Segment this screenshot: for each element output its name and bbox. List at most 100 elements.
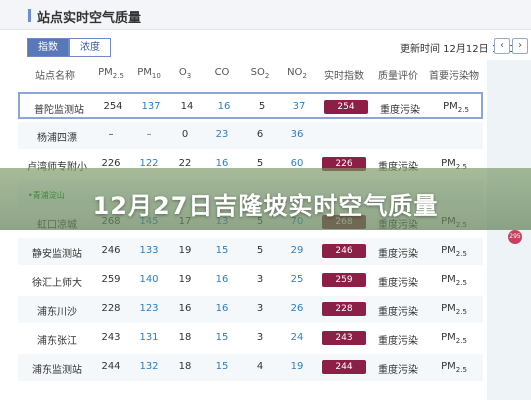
primary-pollutant-subscript: 2.5 <box>455 337 467 345</box>
map-pin-icon[interactable]: 295 <box>508 230 522 244</box>
so2-value: 4 <box>256 361 264 372</box>
co-value: 16 <box>215 274 229 285</box>
station-name: 静安监测站 <box>32 249 82 260</box>
primary-pollutant-name: PM <box>441 274 456 285</box>
tab-index[interactable]: 指数 <box>27 38 69 57</box>
station-name: 杨浦四漂 <box>37 133 77 144</box>
col-grade: 质量评价 <box>378 71 418 82</box>
primary-pollutant-name: PM <box>441 332 456 343</box>
o3-value: 0 <box>181 129 189 140</box>
grade-value: 重度污染 <box>378 278 418 289</box>
pm25-value: 228 <box>101 303 121 314</box>
primary-pollutant-subscript: 2.5 <box>455 366 467 374</box>
air-quality-panel: 站点实时空气质量 指数 浓度 更新时间 12月12日 12:05 ‹ › 295… <box>0 0 531 400</box>
pm10-value: 133 <box>139 245 159 256</box>
co-value: 15 <box>215 332 229 343</box>
col-pm25: PM2.5 <box>98 67 124 80</box>
grade-value: 重度污染 <box>380 105 420 116</box>
table-row[interactable]: 徐汇上师大 259 140 19 16 3 25 259 重度污染 PM2.5 <box>18 267 483 294</box>
co-value: 15 <box>215 245 229 256</box>
so2-value: 3 <box>256 332 264 343</box>
co-value: 16 <box>217 101 231 112</box>
primary-pollutant-name: PM <box>441 245 456 256</box>
no2-value: 25 <box>290 274 304 285</box>
pm25-value: 244 <box>101 361 121 372</box>
title-bar: 站点实时空气质量 <box>0 0 531 30</box>
col-aqi: 实时指数 <box>324 71 364 82</box>
pm10-value: – <box>146 129 152 140</box>
station-name: 浦东监测站 <box>32 365 82 376</box>
o3-value: 19 <box>178 274 192 285</box>
pm10-value: 137 <box>141 101 161 112</box>
so2-value: 3 <box>256 274 264 285</box>
primary-pollutant: PM2.5 <box>426 101 486 114</box>
primary-pollutant-name: PM <box>441 361 456 372</box>
aqi-badge: 228 <box>322 302 366 316</box>
aqi-badge: 246 <box>322 244 366 258</box>
banner-title: 12月27日吉隆坡实时空气质量 <box>92 192 439 220</box>
col-co: CO <box>214 67 230 78</box>
col-pm10: PM10 <box>137 67 161 80</box>
col-station: 站点名称 <box>35 71 75 82</box>
pm10-value: 131 <box>139 332 159 343</box>
primary-pollutant-subscript: 2.5 <box>455 279 467 287</box>
no2-value: 19 <box>290 361 304 372</box>
primary-pollutant: PM2.5 <box>424 274 484 287</box>
primary-pollutant-subscript: 2.5 <box>455 308 467 316</box>
co-value: 15 <box>215 361 229 372</box>
aqi-badge: 244 <box>322 360 366 374</box>
primary-pollutant: PM2.5 <box>424 303 484 316</box>
o3-value: 18 <box>178 332 192 343</box>
station-name: 浦东张江 <box>37 336 77 347</box>
grade-value: 重度污染 <box>378 336 418 347</box>
station-name: 徐汇上师大 <box>32 278 82 289</box>
primary-pollutant-name: PM <box>443 101 458 112</box>
no2-value: 29 <box>290 245 304 256</box>
title-accent-bar <box>28 9 31 22</box>
so2-value: 3 <box>256 303 264 314</box>
table-row[interactable]: 杨浦四漂 – – 0 23 6 36 <box>18 122 483 149</box>
table-row[interactable]: 静安监测站 246 133 19 15 5 29 246 重度污染 PM2.5 <box>18 238 483 265</box>
co-value: 23 <box>215 129 229 140</box>
table-header: 站点名称 PM2.5 PM10 O3 CO SO2 NO2 实时指数 质量评价 … <box>18 62 483 86</box>
col-no2: NO2 <box>287 67 307 80</box>
grade-value: 重度污染 <box>378 365 418 376</box>
table-row[interactable]: 浦东川沙 228 123 16 16 3 26 228 重度污染 PM2.5 <box>18 296 483 323</box>
o3-value: 16 <box>178 303 192 314</box>
prev-icon[interactable]: ‹ <box>494 38 510 54</box>
o3-value: 18 <box>178 361 192 372</box>
primary-pollutant-subscript: 2.5 <box>457 106 469 114</box>
pm25-value: 246 <box>101 245 121 256</box>
primary-pollutant: PM2.5 <box>424 361 484 374</box>
grade-value: 重度污染 <box>378 249 418 260</box>
pm25-value: 243 <box>101 332 121 343</box>
no2-value: 37 <box>292 101 306 112</box>
station-name: 浦东川沙 <box>37 307 77 318</box>
o3-value: 14 <box>180 101 194 112</box>
so2-value: 6 <box>256 129 264 140</box>
next-icon[interactable]: › <box>512 38 528 54</box>
pm10-value: 140 <box>139 274 159 285</box>
table-row[interactable]: 普陀监测站 254 137 14 16 5 37 254 重度污染 PM2.5 <box>18 92 483 119</box>
o3-value: 19 <box>178 245 192 256</box>
so2-value: 5 <box>256 245 264 256</box>
primary-pollutant-subscript: 2.5 <box>455 250 467 258</box>
table-row[interactable]: 浦东监测站 244 132 18 15 4 19 244 重度污染 PM2.5 <box>18 354 483 381</box>
col-o3: O3 <box>178 67 192 80</box>
tab-concentration[interactable]: 浓度 <box>69 38 111 57</box>
station-name: 普陀监测站 <box>34 105 84 116</box>
table-row[interactable]: 浦东张江 243 131 18 15 3 24 243 重度污染 PM2.5 <box>18 325 483 352</box>
col-primary: 首要污染物 <box>429 71 479 82</box>
primary-pollutant: PM2.5 <box>424 245 484 258</box>
so2-value: 5 <box>258 101 266 112</box>
pm25-value: 259 <box>101 274 121 285</box>
map-area[interactable] <box>487 60 531 400</box>
page-title: 站点实时空气质量 <box>37 11 142 26</box>
pm10-value: 132 <box>139 361 159 372</box>
primary-pollutant: PM2.5 <box>424 332 484 345</box>
no2-value: 26 <box>290 303 304 314</box>
grade-value: 重度污染 <box>378 307 418 318</box>
pm25-value: – <box>108 129 114 140</box>
col-so2: SO2 <box>250 67 270 80</box>
pm25-value: 254 <box>103 101 123 112</box>
